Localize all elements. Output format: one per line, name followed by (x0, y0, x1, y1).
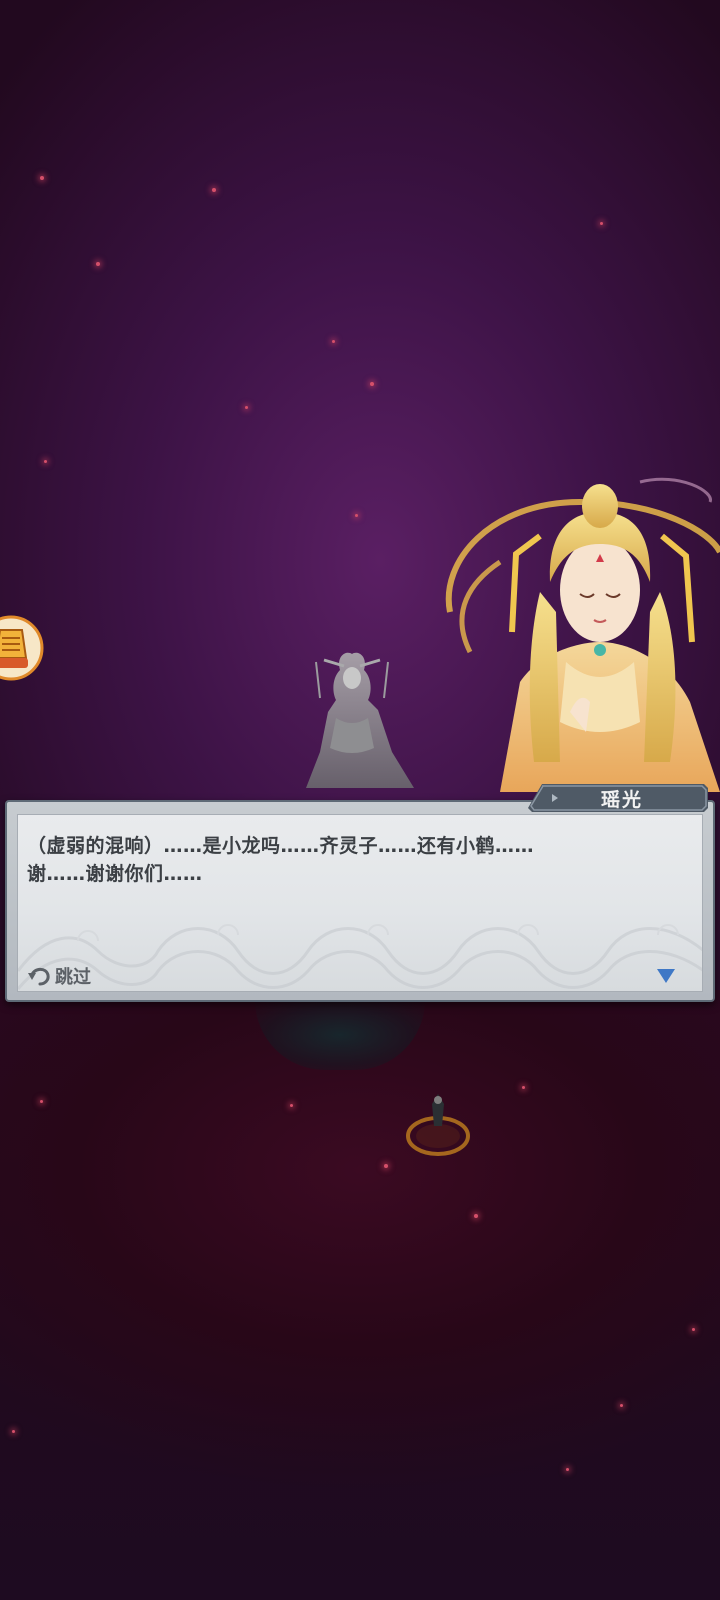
ambient-star (600, 222, 603, 225)
ambient-star (692, 1328, 695, 1331)
player-position-marker-icon (406, 1094, 470, 1156)
ambient-star (370, 382, 374, 386)
ambient-star (474, 1214, 478, 1218)
ambient-star (522, 1086, 525, 1089)
ambient-star (566, 1468, 569, 1471)
ambient-star (96, 262, 100, 266)
speaker-name-tab: 瑶光 (528, 780, 712, 816)
skip-button[interactable]: 跳过 (28, 962, 91, 990)
ambient-star (290, 1104, 293, 1107)
ambient-star (40, 1100, 43, 1103)
wave-pattern-decoration (18, 924, 702, 990)
ambient-star (332, 340, 335, 343)
ambient-star (212, 188, 216, 192)
ambient-star (245, 406, 248, 409)
ambient-star (620, 1404, 623, 1407)
dialogue-box[interactable]: （虚弱的混响）……是小龙吗……齐灵子……还有小鹤…… 谢……谢谢你们…… (5, 800, 715, 1002)
stone-statue-figure (306, 652, 414, 788)
dialogue-line: 谢……谢谢你们…… (27, 863, 203, 885)
skip-label: 跳过 (55, 967, 91, 988)
speaker-name: 瑶光 (600, 789, 643, 811)
ambient-star (44, 460, 47, 463)
scene-floor (0, 990, 720, 1600)
ambient-star (355, 514, 358, 517)
triangle-down-icon[interactable] (656, 968, 676, 984)
event-badge-icon[interactable] (0, 612, 44, 686)
speaker-portrait-yaoguang (445, 477, 720, 792)
undo-arrow-icon (28, 967, 50, 986)
dialogue-line: （虚弱的混响）……是小龙吗……齐灵子……还有小鹤…… (27, 835, 535, 857)
dialogue-text: （虚弱的混响）……是小龙吗……齐灵子……还有小鹤…… 谢……谢谢你们…… (27, 832, 677, 888)
ambient-star (384, 1164, 388, 1168)
ambient-star (12, 1430, 15, 1433)
ambient-star (40, 176, 44, 180)
